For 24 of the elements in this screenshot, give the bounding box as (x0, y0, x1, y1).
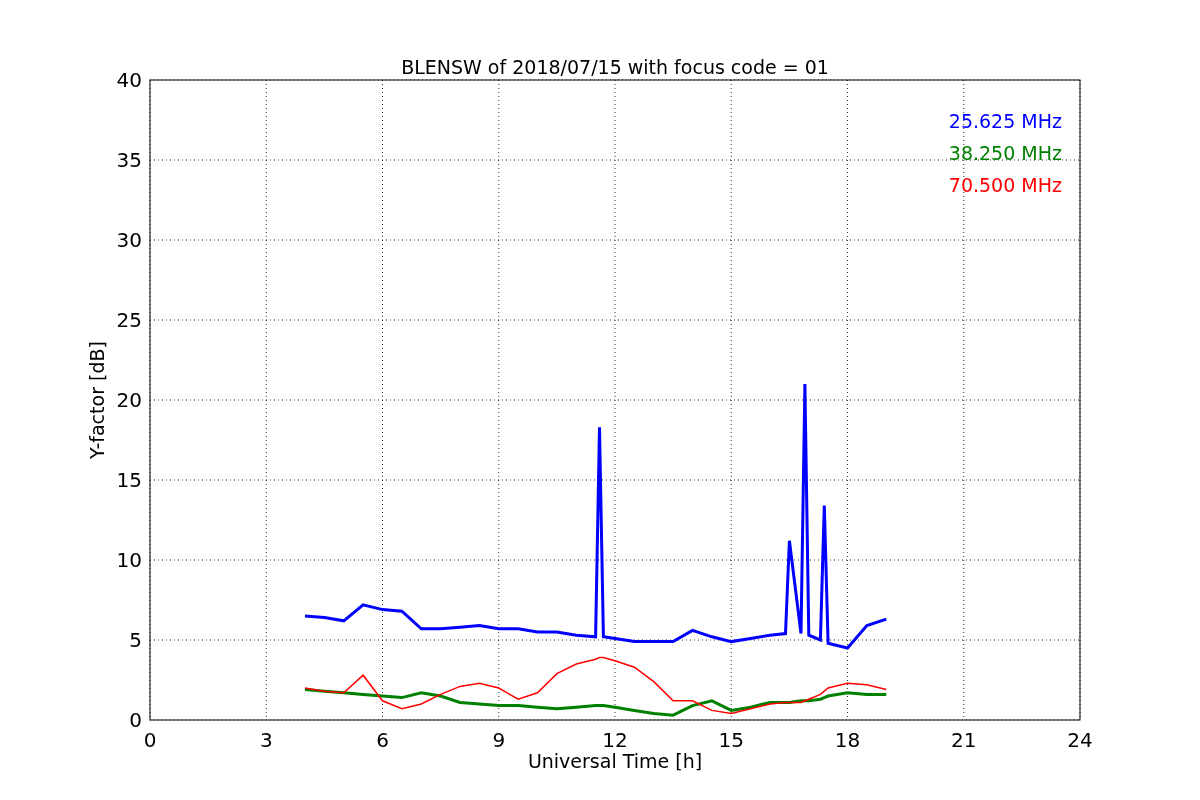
x-tick-label: 21 (951, 728, 977, 752)
x-tick-label: 0 (143, 728, 157, 752)
x-tick-label: 6 (376, 728, 389, 752)
legend-label: 25.625 MHz (948, 110, 1062, 132)
x-tick-label: 15 (718, 728, 744, 752)
x-axis-title: Universal Time [h] (527, 750, 703, 772)
y-tick-label: 40 (116, 68, 142, 92)
y-tick-label: 0 (129, 708, 142, 732)
y-tick-label: 20 (116, 388, 142, 412)
y-tick-label: 15 (116, 468, 142, 492)
y-axis-title: Y-factor [dB] (86, 341, 108, 459)
y-tick-label: 25 (116, 308, 142, 332)
y-tick-label: 35 (116, 148, 142, 172)
x-tick-label: 12 (602, 728, 628, 752)
y-tick-label: 5 (129, 628, 142, 652)
legend-label: 38.250 MHz (948, 142, 1062, 164)
x-tick-label: 9 (492, 728, 506, 752)
chart-title: BLENSW of 2018/07/15 with focus code = 01 (401, 56, 829, 78)
x-tick-label: 24 (1067, 728, 1093, 752)
x-tick-label: 18 (834, 728, 861, 752)
legend-label: 70.500 MHz (948, 174, 1062, 196)
y-tick-label: 30 (116, 228, 142, 252)
x-tick-label: 3 (259, 728, 273, 752)
y-tick-label: 10 (116, 548, 142, 572)
